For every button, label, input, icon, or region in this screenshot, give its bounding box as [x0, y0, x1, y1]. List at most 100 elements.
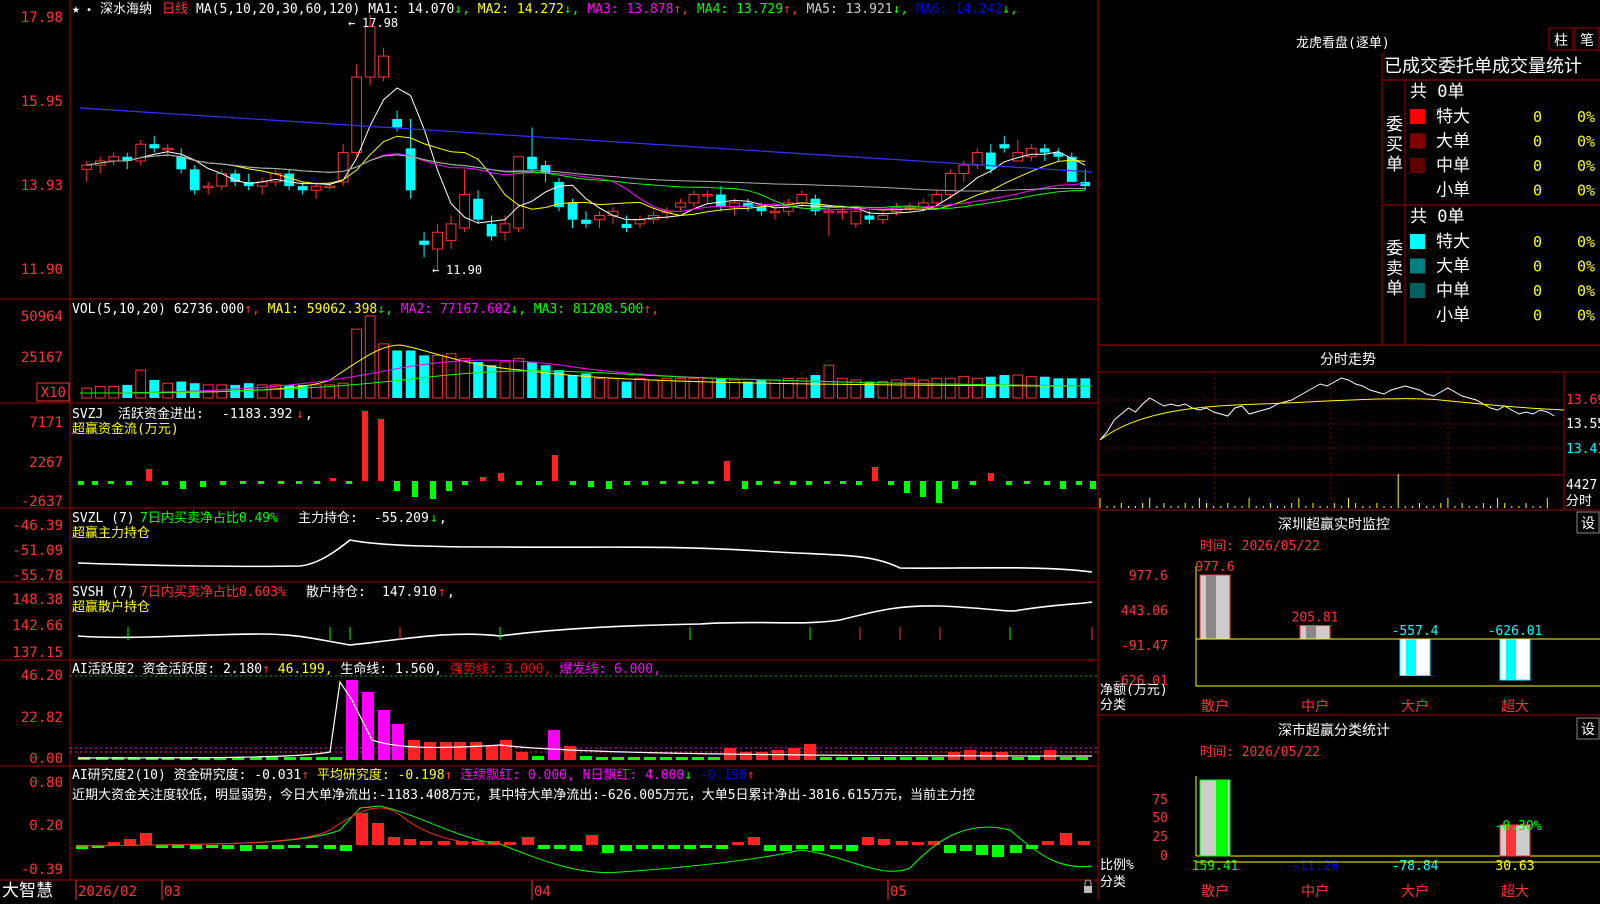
sz-monitor-y-3: -91.47 — [1121, 639, 1168, 654]
candle-body — [432, 231, 443, 250]
buy-side-label: 委买单 — [1386, 115, 1403, 175]
ai-research-bar — [796, 845, 808, 849]
lock-icon[interactable] — [1084, 886, 1092, 893]
sell-rows-swatch-2 — [1410, 283, 1425, 298]
sz-class-y-3: 25 — [1152, 830, 1168, 845]
ai-research-bar — [206, 845, 218, 848]
volume-bar — [1080, 378, 1091, 398]
ai-research-bar — [522, 837, 534, 845]
svzj-bar — [624, 481, 630, 485]
terminal-canvas: 17.98 15.95 13.93 11.90 50964 25167 X10 … — [0, 0, 1600, 901]
svzj-bar — [78, 481, 84, 485]
svzj-value: -1183.392 — [222, 407, 292, 422]
ai-active-bar — [564, 746, 576, 760]
sell-rows-swatch-3 — [1410, 307, 1425, 323]
stock-name[interactable]: 深水海纳 — [100, 2, 152, 17]
svzj-bar — [1090, 481, 1096, 489]
star-icon[interactable]: ★ — [72, 2, 80, 17]
candle-body — [985, 152, 996, 170]
candle-body — [823, 210, 835, 214]
svzj-bar — [806, 481, 812, 485]
sell-rows-pct-2: 0% — [1577, 282, 1595, 300]
ma-item-4: MA4: 13.729 — [697, 2, 783, 17]
ma-item-arrow-1: ↓, — [454, 2, 477, 17]
ai-research-bar — [124, 839, 136, 845]
svzj-title: 活跃资金进出: — [118, 406, 204, 422]
ai-active-bar — [1060, 757, 1072, 760]
ai-active-bar — [580, 756, 592, 760]
volume-bar — [877, 381, 889, 399]
volume-bar — [499, 361, 511, 399]
svzj-bar — [952, 481, 958, 489]
sell-rows-pct-1: 0% — [1577, 258, 1595, 276]
svzj-bar — [162, 481, 168, 485]
svzj-bar — [240, 481, 246, 484]
sz-class-top-label: -0.30% — [1495, 819, 1542, 834]
ai-active-arrow-4: , — [544, 662, 560, 677]
svzj-bar — [378, 419, 384, 481]
ai-active-bar — [266, 757, 278, 760]
buy-rows-count-1: 0 — [1533, 133, 1542, 151]
volume-bar — [540, 365, 551, 398]
svsh-arrow: ↑ — [438, 585, 446, 600]
sz-monitor-category-2: 大户 — [1401, 698, 1429, 715]
sz-monitor-title: 深圳超赢实时监控 — [1278, 516, 1390, 533]
ai-research-bar — [504, 842, 516, 845]
ai-active-bar — [884, 757, 896, 760]
sz-monitor-bars: 977.6 散户 205.81 中户 -557.4 大户 -626.01 超大 — [1195, 560, 1600, 715]
svsh-holding-value: 147.910 — [382, 585, 437, 600]
svzj-bar — [278, 481, 284, 484]
volume-bar — [634, 377, 646, 399]
sell-rows-pct-0: 0% — [1577, 233, 1595, 251]
svzj-bar — [362, 411, 368, 481]
svzj-bar — [516, 481, 522, 485]
volume-bar — [1053, 378, 1064, 398]
volume-indicator-header: VOL(5,10,20) 62736.000↑, MA1: 59062.398↓… — [72, 302, 659, 317]
buy-rows-count-0: 0 — [1533, 108, 1542, 126]
candle-body — [850, 210, 862, 225]
svzj-bar — [126, 481, 132, 485]
svzj-bar — [146, 469, 152, 481]
ai-active-bar — [284, 757, 296, 760]
svzl-axis-2: -51.09 — [12, 543, 63, 559]
buy-side-label-char-0: 委 — [1386, 115, 1403, 135]
sell-rows-swatch-0 — [1410, 234, 1425, 249]
ai-active-bar — [1076, 757, 1088, 760]
sz-monitor-bar-shade-3 — [1506, 639, 1516, 680]
svzj-bar — [692, 481, 698, 484]
volume-ma-arrow-3: ↑, — [643, 302, 659, 317]
ma-item-arrow-5: ↓, — [893, 2, 916, 17]
candle-body — [81, 164, 93, 170]
volume-ma-3: MA3: 81208.500 — [534, 302, 644, 317]
buy-rows-label-3: 小单 — [1436, 181, 1470, 201]
ai-active-bar — [916, 757, 928, 760]
svsh-axis-1: 148.38 — [12, 592, 63, 608]
candle-body — [944, 173, 956, 196]
ai-active-bar — [1012, 757, 1024, 760]
ai-active-bar — [804, 744, 816, 760]
svzj-bar — [430, 481, 436, 499]
ai-active-bar — [316, 757, 328, 760]
svsh-subtitle: 超赢散户持仓 — [72, 599, 150, 615]
volume-ma-arrow-1: ↓, — [377, 302, 400, 317]
svzl-line — [77, 539, 1093, 573]
ai-research-bar — [896, 841, 908, 845]
ai-commentary: 近期大资金关注度较低，明显弱势，今日大单净流出:-1183.408万元，其中特大… — [72, 787, 975, 803]
bar-view-button-label: 柱 — [1554, 33, 1568, 49]
volume-chart — [79, 315, 1093, 399]
sell-rows-label-3: 小单 — [1436, 306, 1470, 326]
sz-class-value-3: 30.63 — [1495, 859, 1534, 874]
ai-research-bar — [222, 845, 234, 849]
ai-active-bar — [330, 757, 342, 760]
ai-active-bar — [486, 746, 498, 760]
ai-active-bar — [392, 724, 404, 760]
sz-monitor-bar-shade-2 — [1406, 639, 1416, 676]
candle-body — [1039, 148, 1050, 153]
date-label-2: 04 — [534, 884, 551, 900]
period-label[interactable]: 日线 — [162, 2, 188, 17]
ai-guides — [70, 675, 1098, 753]
ma-item-arrow-2: ↓, — [564, 2, 587, 17]
svzl-chart — [77, 539, 1093, 573]
ai-research-arrow-4: ↓ — [684, 768, 700, 783]
svzj-bar — [200, 481, 206, 487]
